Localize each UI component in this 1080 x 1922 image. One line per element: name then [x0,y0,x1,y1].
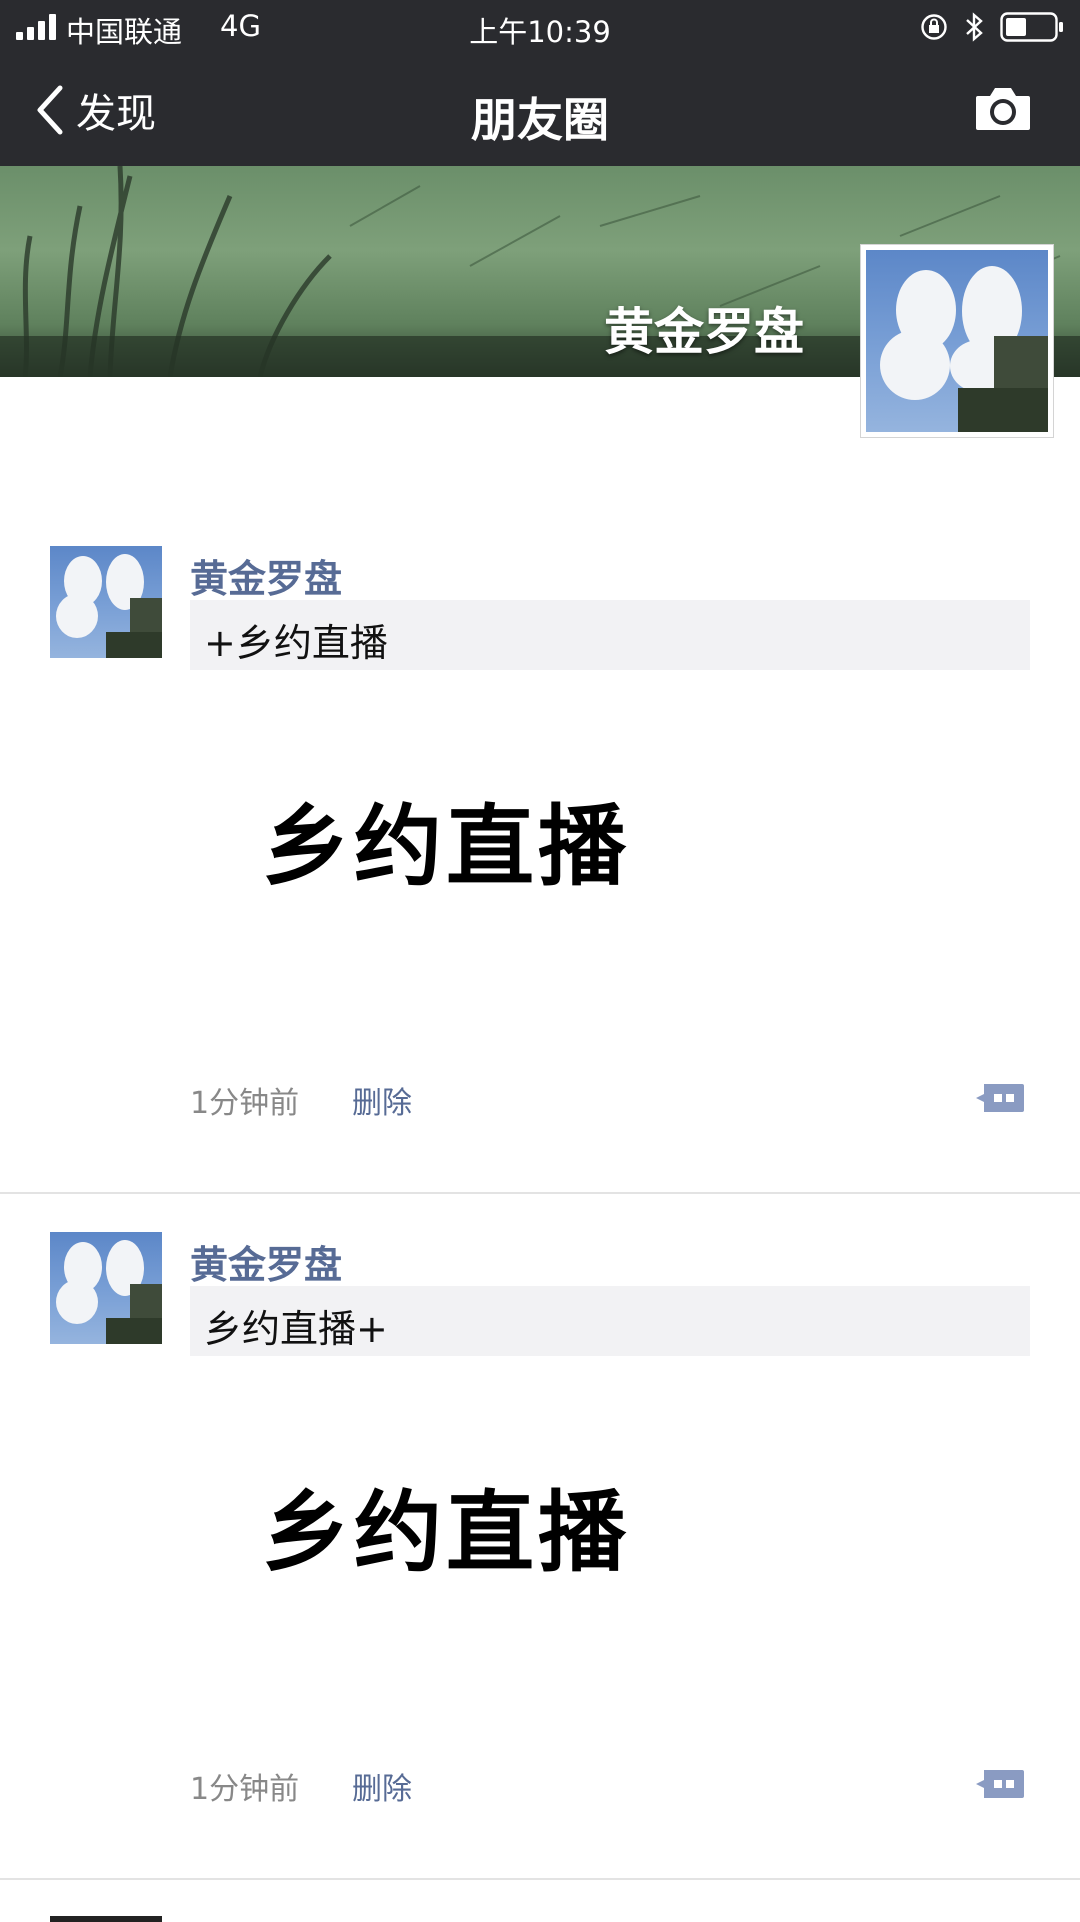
post-image[interactable]: 乡约直播 [262,776,630,903]
post-username[interactable]: 黄金罗盘 [190,548,342,603]
moment-post: 黄金罗盘 +乡约直播 乡约直播 1分钟前 删除 [0,508,1080,1194]
cover-username: 黄金罗盘 [604,303,804,361]
navigation-bar: 发现 朋友圈 [0,54,1080,166]
post-time: 1分钟前 [190,1772,300,1807]
post-avatar[interactable] [50,546,162,658]
top-bar: 中国联通 4G 上午10:39 发现 朋友圈 [0,0,1080,166]
post-text[interactable]: 乡约直播+ [190,1286,1030,1356]
status-bar: 中国联通 4G 上午10:39 [0,0,1080,54]
post-avatar[interactable] [50,1232,162,1344]
post-time: 1分钟前 [190,1086,300,1121]
moment-post: 黄金罗盘 乡约直播+ 乡约直播 1分钟前 删除 [0,1194,1080,1880]
post-username[interactable]: 黄金罗盘 [190,1234,342,1289]
status-time: 上午10:39 [469,15,611,49]
comment-icon[interactable] [974,1078,1026,1118]
profile-avatar[interactable] [860,244,1054,438]
rotation-lock-icon [921,14,947,40]
delete-button[interactable]: 删除 [352,1764,412,1808]
bluetooth-icon [966,12,983,42]
delete-button[interactable]: 删除 [352,1078,412,1122]
post-image[interactable]: 乡约直播 [262,1462,630,1589]
battery-icon [1000,12,1063,42]
post-text[interactable]: +乡约直播 [190,600,1030,670]
page-title: 朋友圈 [471,93,609,147]
avatar-image [866,250,1048,432]
comment-icon[interactable] [974,1764,1026,1804]
next-post-avatar[interactable] [50,1916,162,1922]
camera-icon[interactable] [974,84,1032,132]
